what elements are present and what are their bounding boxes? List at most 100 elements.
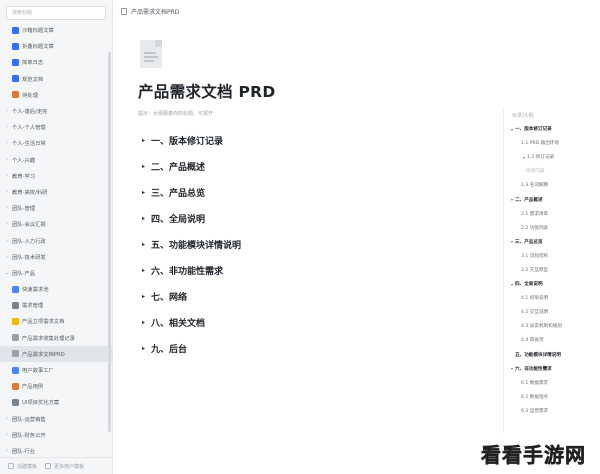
more-templates-button[interactable]: 更多用户模板 — [45, 463, 84, 470]
doc-gray-icon — [12, 350, 19, 358]
doc-section-heading[interactable]: ▸ 八、相关文档 — [142, 309, 462, 335]
chevron-right-icon[interactable]: › — [4, 238, 10, 244]
section-label: 八、相关文档 — [151, 318, 206, 329]
outline-item[interactable]: 6.2 数据埋点 — [504, 390, 600, 404]
outline-item[interactable]: ▾ 六、非功能性需求 — [504, 362, 600, 376]
outline-item[interactable]: 6.3 运营需求 — [504, 404, 600, 418]
outline-item[interactable]: 1.1 PRD 输出环境 — [504, 136, 600, 150]
outline-item[interactable]: 修改内容 — [504, 164, 600, 178]
sidebar-item[interactable]: 沙箱标题文章 — [0, 22, 113, 38]
sidebar-item[interactable]: › 个人-落后/走完 — [0, 103, 113, 119]
sidebar-scrollbar[interactable] — [108, 52, 111, 432]
outline-item-label: 1.1 PRD 输出环境 — [521, 141, 560, 147]
sidebar-item[interactable]: › 个人-生活日常 — [0, 135, 113, 151]
outline-item[interactable]: ▾ 一、版本修订记录 — [504, 122, 600, 136]
outline-title: 目录/大纲 — [512, 113, 534, 119]
expand-triangle-icon[interactable]: ▸ — [142, 189, 145, 196]
sidebar-item[interactable]: › 团队-运营销售 — [0, 411, 113, 427]
create-template-button[interactable]: 创建模板 — [8, 463, 37, 470]
doc-section-heading[interactable]: ▸ 五、功能模块详情说明 — [142, 232, 462, 258]
page-title[interactable]: 产品需求文档 PRD — [138, 80, 276, 102]
gear-orange-icon — [12, 91, 19, 99]
chevron-right-icon[interactable]: › — [4, 254, 10, 260]
doc-section-heading[interactable]: ▸ 四、全局说明 — [142, 206, 462, 232]
sidebar-item[interactable]: › 团队-技术研发 — [0, 249, 113, 265]
sidebar-item[interactable]: 用户故事工厂 — [0, 362, 113, 378]
outline-item[interactable]: 3.2 交互原型 — [504, 263, 600, 277]
doc-section-heading[interactable]: ▸ 一、版本修订记录 — [142, 128, 462, 154]
chevron-right-icon[interactable]: › — [4, 432, 10, 438]
sidebar-item[interactable]: › 教育-高校/科研 — [0, 184, 113, 200]
doc-section-heading[interactable]: ▸ 三、产品总览 — [142, 180, 462, 206]
sidebar-item[interactable]: ⌄ 团队-产品 — [0, 265, 113, 281]
outline-item[interactable]: 2.1 需求清单 — [504, 207, 600, 221]
chevron-right-icon[interactable]: › — [4, 448, 10, 454]
sidebar-item-label: 教育-学习 — [12, 173, 36, 180]
sidebar-item-label: 团队-技术研发 — [12, 254, 46, 261]
sidebar-item[interactable]: 折叠标题文章 — [0, 38, 113, 54]
sidebar-item[interactable]: 规范文档 — [0, 71, 113, 87]
outline-item[interactable]: 2.2 功能列表 — [504, 221, 600, 235]
outline-item[interactable]: 4.2 交互说明 — [504, 305, 600, 319]
sidebar-item[interactable]: 产品需求文档PRD — [0, 345, 113, 362]
chevron-right-icon[interactable]: › — [4, 124, 10, 130]
sidebar-item[interactable]: › 团队-管理 — [0, 200, 113, 216]
sidebar-item-label: 教育-高校/科研 — [12, 189, 48, 196]
outline-item[interactable]: 6.1 数据需求 — [504, 376, 600, 390]
expand-triangle-icon[interactable]: ▸ — [142, 319, 145, 326]
sidebar-item[interactable]: 需求管理 — [0, 297, 113, 313]
outline-item[interactable]: ▾ 1.2 修订记录 — [504, 150, 600, 164]
sidebar-item[interactable]: › 团队-会议汇报 — [0, 216, 113, 232]
doc-section-heading[interactable]: ▸ 七、网络 — [142, 283, 462, 309]
chevron-right-icon[interactable]: › — [4, 157, 10, 163]
doc-section-heading[interactable]: ▸ 六、非功能性需求 — [142, 257, 462, 283]
sidebar-item[interactable]: 快速需求池 — [0, 281, 113, 297]
chevron-right-icon[interactable]: › — [4, 108, 10, 114]
expand-triangle-icon[interactable]: ▸ — [142, 293, 145, 300]
sidebar-item[interactable]: 待处理 — [0, 87, 113, 103]
chevron-right-icon[interactable]: › — [4, 140, 10, 146]
sidebar-item[interactable]: › 个人-兴趣 — [0, 152, 113, 168]
outline-item-label: 4.4 缺省页 — [521, 338, 544, 344]
expand-triangle-icon[interactable]: ▸ — [142, 345, 145, 352]
sidebar-item[interactable]: 产品立项需求文档 — [0, 313, 113, 329]
expand-triangle-icon[interactable]: ▸ — [142, 163, 145, 170]
sidebar-item[interactable]: UI项目优化方案 — [0, 394, 113, 410]
sidebar-item[interactable]: › 团队-财务公开 — [0, 427, 113, 443]
outline-item[interactable]: ▾ 三、产品总览 — [504, 235, 600, 249]
outline-item[interactable]: 1.3 名词解释 — [504, 178, 600, 192]
outline-item[interactable]: 4.1 权限说明 — [504, 291, 600, 305]
outline-item[interactable]: ▾ 四、全局说明 — [504, 277, 600, 291]
section-list: ▸ 一、版本修订记录 ▸ 二、产品概述 ▸ 三、产品总览 ▸ 四、全局说明 ▸ 五、功能模块详情说… — [142, 128, 462, 361]
templates-icon — [45, 463, 52, 469]
sidebar-item-label: 团队-人力行政 — [12, 238, 46, 245]
expand-triangle-icon[interactable]: ▸ — [142, 215, 145, 222]
sidebar-item[interactable]: › 团队-人力行政 — [0, 232, 113, 248]
doc-section-heading[interactable]: ▸ 九、后台 — [142, 335, 462, 361]
sidebar-item[interactable]: › 教育-学习 — [0, 168, 113, 184]
expand-triangle-icon[interactable]: ▸ — [142, 137, 145, 144]
chevron-right-icon[interactable]: › — [4, 205, 10, 211]
chevron-right-icon[interactable]: › — [4, 189, 10, 195]
chevron-right-icon[interactable]: › — [4, 221, 10, 227]
breadcrumb-title[interactable]: 产品需求文档PRD — [131, 7, 179, 16]
doc-blue-icon — [12, 26, 19, 34]
expand-triangle-icon[interactable]: ▸ — [142, 241, 145, 248]
chevron-right-icon[interactable]: › — [4, 173, 10, 179]
outline-item[interactable]: 五、功能模块详情说明 — [504, 348, 600, 362]
outline-item[interactable]: ▾ 二、产品概述 — [504, 192, 600, 206]
sidebar-item-label: 待处理 — [22, 92, 38, 99]
outline-item[interactable]: 4.3 异常机制和规则 — [504, 319, 600, 333]
expand-triangle-icon[interactable]: ▸ — [142, 267, 145, 274]
sidebar-item[interactable]: 简单日志 — [0, 54, 113, 70]
sidebar-item[interactable]: 产品需求收集处理记录 — [0, 330, 113, 346]
watermark: 看看手游网 — [467, 432, 600, 474]
sidebar-search-input[interactable]: 搜索标题 — [6, 6, 106, 20]
chevron-right-icon[interactable]: › — [4, 416, 10, 422]
chevron-down-icon[interactable]: ⌄ — [4, 270, 10, 276]
sidebar-item[interactable]: › 个人-个人管理 — [0, 119, 113, 135]
doc-section-heading[interactable]: ▸ 二、产品概述 — [142, 154, 462, 180]
sidebar-item[interactable]: 产品用例 — [0, 378, 113, 394]
outline-item[interactable]: 4.4 缺省页 — [504, 333, 600, 347]
outline-item[interactable]: 3.1 流程结构 — [504, 249, 600, 263]
